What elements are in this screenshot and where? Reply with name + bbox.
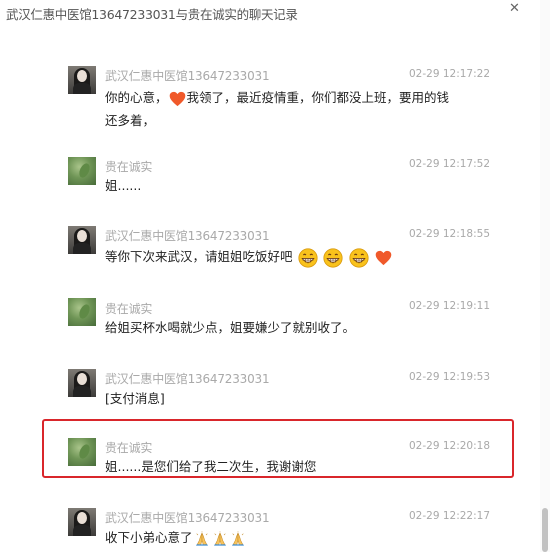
scrollbar-thumb[interactable] <box>542 508 548 552</box>
avatar[interactable] <box>68 157 96 185</box>
orange-heart-icon <box>169 91 186 107</box>
message-text-part: 等你下次来武汉，请姐姐吃饭好吧 <box>105 249 293 264</box>
message-sender: 武汉仁惠中医馆13647233031 <box>105 372 270 386</box>
avatar[interactable] <box>68 438 96 466</box>
message-sender: 武汉仁惠中医馆13647233031 <box>105 229 270 243</box>
close-icon[interactable]: ✕ <box>509 1 520 16</box>
avatar[interactable] <box>68 226 96 254</box>
message-text-line: 还多着， <box>105 113 156 128</box>
grin-icon <box>349 248 369 268</box>
message-time: 02-29 12:19:11 <box>409 300 491 312</box>
message-time: 02-29 12:18:55 <box>409 228 491 240</box>
message-sender: 贵在诚实 <box>105 302 153 316</box>
message-sender: 武汉仁惠中医馆13647233031 <box>105 511 270 525</box>
message-sender: 贵在诚实 <box>105 441 153 455</box>
window-title: 武汉仁惠中医馆13647233031与贵在诚实的聊天记录 <box>6 7 298 22</box>
grin-icon <box>323 248 343 268</box>
avatar[interactable] <box>68 508 96 536</box>
pray-icon <box>194 531 210 547</box>
grin-icon <box>298 248 318 268</box>
message-text: 等你下次来武汉，请姐姐吃饭好吧 <box>105 247 393 268</box>
pray-icon <box>230 531 246 547</box>
message-text: 姐...... <box>105 178 142 193</box>
message-time: 02-29 12:17:22 <box>409 68 491 80</box>
avatar[interactable] <box>68 369 96 397</box>
scrollbar-track[interactable] <box>540 0 550 552</box>
message-text-part: 我领了，最近疫情重，你们都没上班，要用的钱 <box>186 90 450 105</box>
window-titlebar: 武汉仁惠中医馆13647233031与贵在诚实的聊天记录 ✕ <box>0 0 550 28</box>
message-text-part: 收下小弟心意了 <box>105 530 193 545</box>
avatar[interactable] <box>68 66 96 94</box>
message-time: 02-29 12:17:52 <box>409 158 491 170</box>
message-sender: 贵在诚实 <box>105 160 153 174</box>
message-text-part: 你的心意， <box>105 90 168 105</box>
message-text: 给姐买杯水喝就少点，姐要嫌少了就别收了。 <box>105 320 356 335</box>
avatar[interactable] <box>68 298 96 326</box>
message-text: 你的心意， 我领了，最近疫情重，你们都没上班，要用的钱 <box>105 88 449 108</box>
message-text[interactable]: [支付消息] <box>105 389 165 409</box>
message-text: 姐......是您们给了我二次生，我谢谢您 <box>105 459 317 474</box>
message-time: 02-29 12:19:53 <box>409 371 491 383</box>
message-time: 02-29 12:22:17 <box>409 510 491 522</box>
message-text: 收下小弟心意了 <box>105 528 247 548</box>
message-time: 02-29 12:20:18 <box>409 440 491 452</box>
orange-heart-icon <box>375 250 392 266</box>
pray-icon <box>212 531 228 547</box>
message-sender: 武汉仁惠中医馆13647233031 <box>105 69 270 83</box>
